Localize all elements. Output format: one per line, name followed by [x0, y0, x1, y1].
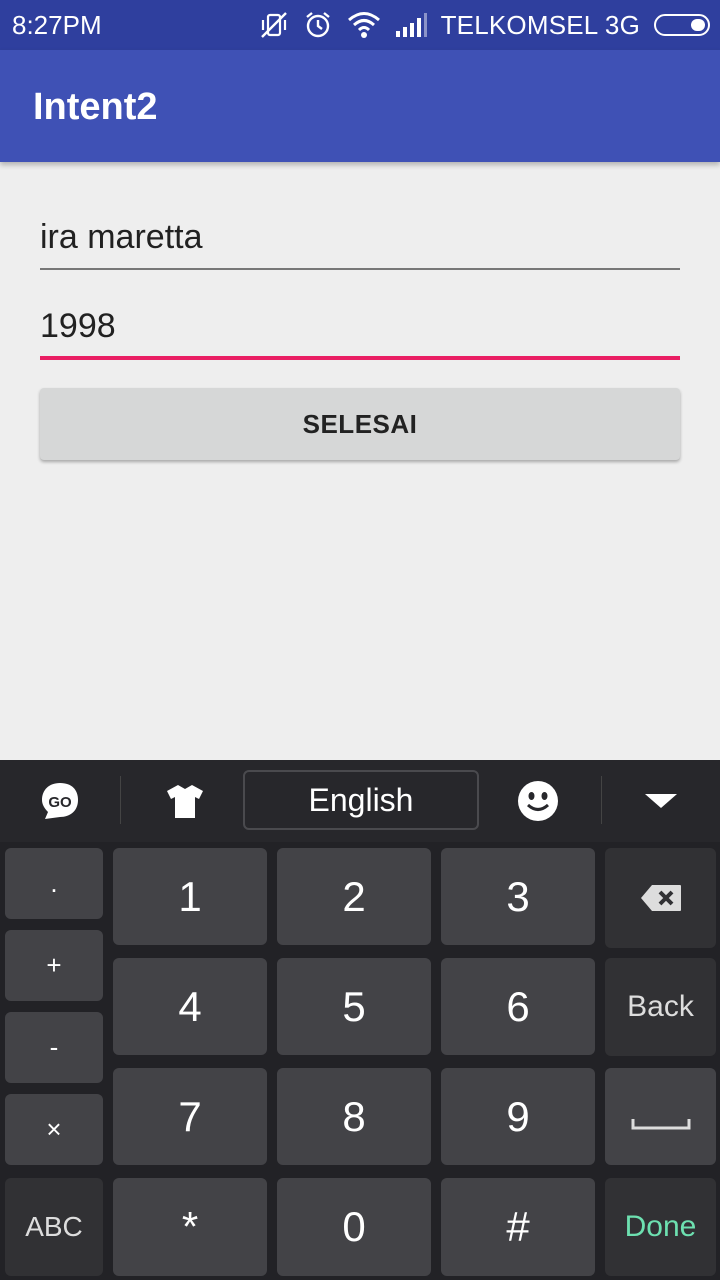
name-field[interactable] — [40, 206, 680, 270]
svg-text:GO: GO — [48, 794, 72, 811]
abc-key[interactable]: ABC — [5, 1178, 103, 1276]
space-key[interactable] — [605, 1068, 716, 1165]
done-key[interactable]: Done — [605, 1178, 716, 1276]
emoji-icon[interactable] — [508, 760, 568, 842]
year-field[interactable] — [40, 296, 680, 360]
app-title: Intent2 — [33, 86, 158, 128]
key-0[interactable]: 0 — [277, 1178, 431, 1276]
status-time: 8:27PM — [12, 10, 102, 40]
status-bar: 8:27PM TELKOMSEL 3G — [0, 0, 720, 50]
key-9[interactable]: 9 — [441, 1068, 595, 1165]
key-8[interactable]: 8 — [277, 1068, 431, 1165]
wifi-icon — [347, 11, 381, 39]
signal-icon — [395, 13, 427, 37]
key-4[interactable]: 4 — [113, 958, 267, 1055]
key-asterisk[interactable]: * — [113, 1178, 267, 1276]
key-multiply[interactable]: × — [5, 1094, 103, 1165]
key-3[interactable]: 3 — [441, 848, 595, 945]
chevron-down-icon[interactable] — [631, 760, 691, 842]
key-7[interactable]: 7 — [113, 1068, 267, 1165]
vibrate-off-icon — [259, 10, 289, 40]
delete-key[interactable] — [605, 848, 716, 948]
key-5[interactable]: 5 — [277, 958, 431, 1055]
name-input[interactable] — [40, 206, 680, 268]
carrier-label: TELKOMSEL 3G — [440, 9, 640, 40]
key-6[interactable]: 6 — [441, 958, 595, 1055]
space-bar-icon — [631, 1093, 691, 1141]
year-input[interactable] — [40, 296, 680, 356]
key-hash[interactable]: # — [441, 1178, 595, 1276]
tshirt-icon[interactable] — [155, 760, 215, 842]
alarm-icon — [303, 10, 333, 40]
soft-keyboard: GO English . + - × ABC 1 2 3 4 5 6 7 8 9… — [0, 760, 720, 1280]
app-bar: Intent2 — [0, 50, 720, 162]
go-keyboard-icon[interactable]: GO — [30, 760, 90, 842]
key-2[interactable]: 2 — [277, 848, 431, 945]
language-selector[interactable]: English — [243, 770, 479, 830]
selesai-button[interactable]: SELESAI — [40, 388, 680, 460]
key-period[interactable]: . — [5, 848, 103, 919]
toolbar-divider — [601, 776, 602, 824]
key-minus[interactable]: - — [5, 1012, 103, 1083]
key-1[interactable]: 1 — [113, 848, 267, 945]
battery-icon — [654, 14, 710, 36]
key-plus[interactable]: + — [5, 930, 103, 1001]
keyboard-toolbar: GO English — [0, 760, 720, 842]
status-icons: TELKOMSEL 3G — [259, 8, 710, 42]
language-label: English — [308, 781, 414, 818]
backspace-icon — [640, 874, 682, 922]
back-key[interactable]: Back — [605, 958, 716, 1056]
toolbar-divider — [120, 776, 121, 824]
